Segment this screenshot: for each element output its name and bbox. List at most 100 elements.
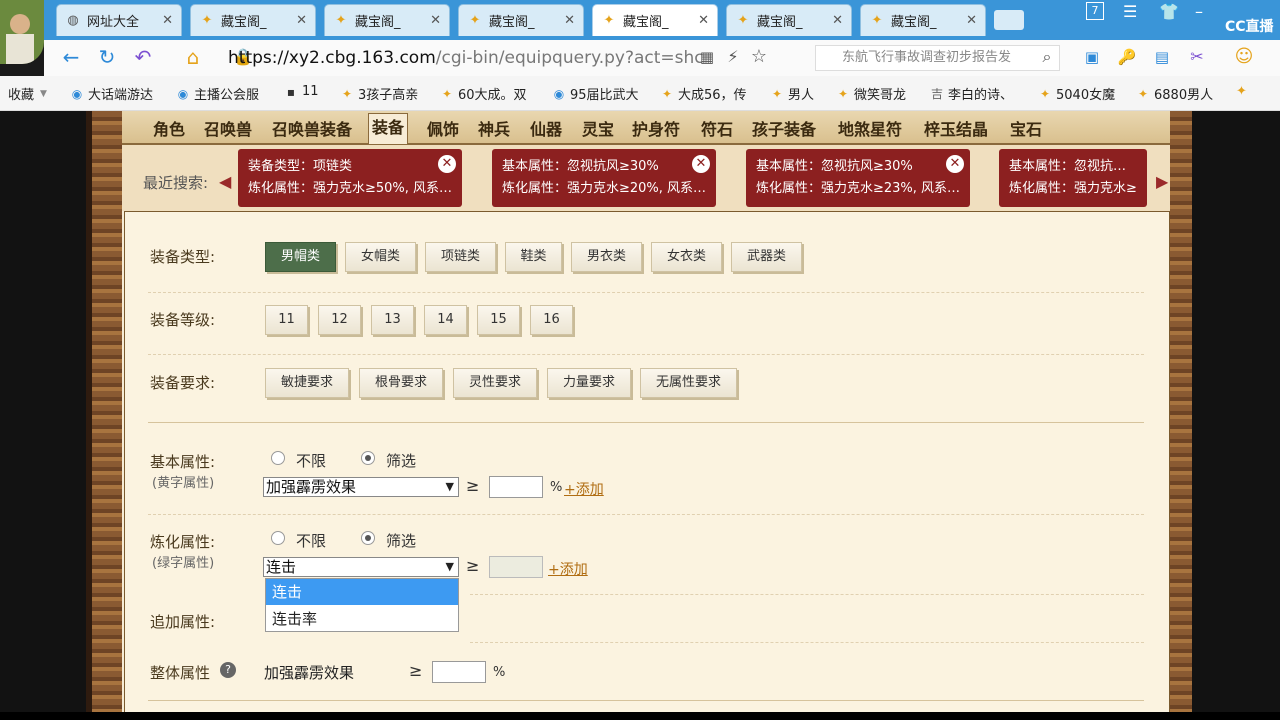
bookmark-item[interactable]: ◉ 95届比武大 (552, 84, 639, 104)
refine-radio-none[interactable] (271, 531, 285, 545)
tab-4[interactable]: ✦ 藏宝阁_ ✕ (458, 4, 584, 36)
equip-type-option[interactable]: 女帽类 (345, 242, 416, 272)
close-icon[interactable]: ✕ (438, 155, 456, 173)
nav-item[interactable]: 灵宝 (582, 116, 614, 140)
translate-icon[interactable]: ▤ (1151, 46, 1173, 68)
new-tab-button[interactable] (994, 10, 1024, 30)
overall-attr-value-input[interactable] (432, 661, 486, 683)
search-input[interactable]: 东航飞行事故调查初步报告发 (815, 45, 1060, 71)
nav-item[interactable]: 符石 (701, 116, 733, 140)
bookmark-item[interactable]: ✦ 5040女魔 (1038, 84, 1115, 104)
close-icon[interactable]: ✕ (564, 13, 575, 28)
tab-2[interactable]: ✦ 藏宝阁_ ✕ (190, 4, 316, 36)
equip-req-option[interactable]: 力量要求 (547, 368, 631, 398)
nav-item[interactable]: 梓玉结晶 (924, 116, 988, 140)
close-icon[interactable]: ✕ (966, 13, 977, 28)
equip-type-option[interactable]: 项链类 (425, 242, 496, 272)
equip-req-option[interactable]: 灵性要求 (453, 368, 537, 398)
extension-icon[interactable]: ▣ (1081, 46, 1103, 68)
back-icon[interactable]: ← (60, 46, 82, 68)
home-icon[interactable]: ⌂ (182, 46, 204, 68)
bookmark-item[interactable]: ✦ 3孩子高亲 (340, 84, 418, 104)
undo-icon[interactable]: ↶ (132, 46, 154, 68)
refine-attr-value-input[interactable] (489, 556, 543, 578)
tab-7[interactable]: ✦ 藏宝阁_ ✕ (860, 4, 986, 36)
refine-add-link[interactable]: +添加 (548, 559, 588, 579)
tab-6[interactable]: ✦ 藏宝阁_ ✕ (726, 4, 852, 36)
close-icon[interactable]: ✕ (692, 155, 710, 173)
equip-req-option[interactable]: 无属性要求 (640, 368, 737, 398)
refresh-icon[interactable]: ↻ (96, 46, 118, 68)
prev-arrow-icon[interactable]: ◀ (219, 172, 231, 191)
bookmark-item[interactable]: ▪ 11 (284, 84, 319, 99)
nav-item[interactable]: 地煞星符 (838, 116, 902, 140)
lightning-icon[interactable]: ⚡ (722, 46, 744, 68)
next-arrow-icon[interactable]: ▶ (1156, 172, 1168, 191)
smiley-icon[interactable]: ☺ (1233, 46, 1255, 68)
nav-item[interactable]: 神兵 (478, 116, 510, 140)
bookmark-item[interactable]: ✦ 男人 (770, 84, 814, 104)
recent-search-chip[interactable]: 基本属性：忽视抗风≥ 炼化属性：强力克水≥ (999, 149, 1147, 207)
treasure-icon[interactable]: ✦ (1236, 84, 1247, 99)
tab-5[interactable]: ✦ 藏宝阁_ ✕ (592, 4, 718, 36)
search-icon[interactable]: ⌕ (1036, 46, 1058, 68)
help-icon[interactable]: ? (220, 662, 236, 678)
minimize-icon[interactable]: – (1195, 2, 1203, 21)
equip-level-option[interactable]: 14 (424, 305, 467, 335)
dropdown-option[interactable]: 连击 (266, 579, 458, 605)
nav-item[interactable]: 仙器 (530, 116, 562, 140)
basic-radio-none[interactable] (271, 451, 285, 465)
recent-search-chip[interactable]: 基本属性：忽视抗风≥30% 炼化属性：强力克水≥23%, 风系… ✕ (746, 149, 970, 207)
close-icon[interactable]: ✕ (946, 155, 964, 173)
close-icon[interactable]: ✕ (698, 13, 709, 28)
equip-level-option[interactable]: 11 (265, 305, 308, 335)
close-icon[interactable]: ✕ (832, 13, 843, 28)
menu-icon[interactable]: ☰ (1123, 2, 1137, 21)
recent-search-chip[interactable]: 装备类型：项链类 炼化属性：强力克水≥50%, 风系… ✕ (238, 149, 462, 207)
nav-item[interactable]: 护身符 (632, 116, 680, 140)
key-icon[interactable]: 🔑 (1116, 46, 1138, 68)
avatar[interactable] (0, 0, 44, 64)
basic-attr-value-input[interactable] (489, 476, 543, 498)
equip-type-option[interactable]: 女衣类 (651, 242, 722, 272)
qr-icon[interactable]: ▦ (696, 46, 718, 68)
equip-level-option[interactable]: 13 (371, 305, 414, 335)
equip-req-option[interactable]: 敏捷要求 (265, 368, 349, 398)
url-field[interactable]: https://xy2.cbg.163.com/cgi-bin/equipque… (228, 45, 720, 71)
star-icon[interactable]: ☆ (748, 46, 770, 68)
equip-type-option[interactable]: 男帽类 (265, 242, 336, 272)
dropdown-option[interactable]: 连击率 (266, 606, 458, 632)
nav-item[interactable]: 召唤兽装备 (272, 116, 352, 140)
nav-item[interactable]: 召唤兽 (204, 116, 252, 140)
equip-req-option[interactable]: 根骨要求 (359, 368, 443, 398)
nav-item[interactable]: 孩子装备 (752, 116, 816, 140)
bookmark-item[interactable]: ◉ 大话端游达 (70, 84, 153, 104)
refine-attr-select[interactable]: 连击 ▼ (263, 557, 459, 577)
tab-1[interactable]: ◍ 网址大全 ✕ (56, 4, 182, 36)
basic-radio-filter[interactable] (361, 451, 375, 465)
nav-item[interactable]: 宝石 (1010, 116, 1042, 140)
bookmark-item[interactable]: ✦ 6880男人 (1136, 84, 1213, 104)
bookmark-item[interactable]: ✦ 微笑哥龙 (836, 84, 906, 104)
close-icon[interactable]: ✕ (296, 13, 307, 28)
skin-icon[interactable]: 👕 (1159, 2, 1179, 21)
refine-radio-filter[interactable] (361, 531, 375, 545)
bookmark-item[interactable]: 吉李白的诗、 (930, 84, 1013, 103)
basic-attr-select[interactable]: 加强霹雳效果 ▼ (263, 477, 459, 497)
tab-3[interactable]: ✦ 藏宝阁_ ✕ (324, 4, 450, 36)
equip-type-option[interactable]: 鞋类 (505, 242, 562, 272)
basic-add-link[interactable]: +添加 (564, 479, 604, 499)
bookmark-item[interactable]: ✦ 大成56，传 (660, 84, 747, 104)
tab-count-badge[interactable]: 7 (1086, 2, 1104, 20)
bookmark-item[interactable]: ✦ 60大成。双 (440, 84, 527, 104)
bookmark-item[interactable]: ◉ 主播公会服 (176, 84, 259, 104)
bookmark-item[interactable]: 收藏 ▼ (8, 84, 47, 103)
equip-type-option[interactable]: 男衣类 (571, 242, 642, 272)
nav-item[interactable]: 装备 (368, 113, 409, 144)
close-icon[interactable]: ✕ (162, 13, 173, 28)
nav-item[interactable]: 角色 (153, 116, 185, 140)
recent-search-chip[interactable]: 基本属性：忽视抗风≥30% 炼化属性：强力克水≥20%, 风系… ✕ (492, 149, 716, 207)
scissors-icon[interactable]: ✂ (1186, 46, 1208, 68)
equip-level-option[interactable]: 16 (530, 305, 573, 335)
equip-level-option[interactable]: 12 (318, 305, 361, 335)
